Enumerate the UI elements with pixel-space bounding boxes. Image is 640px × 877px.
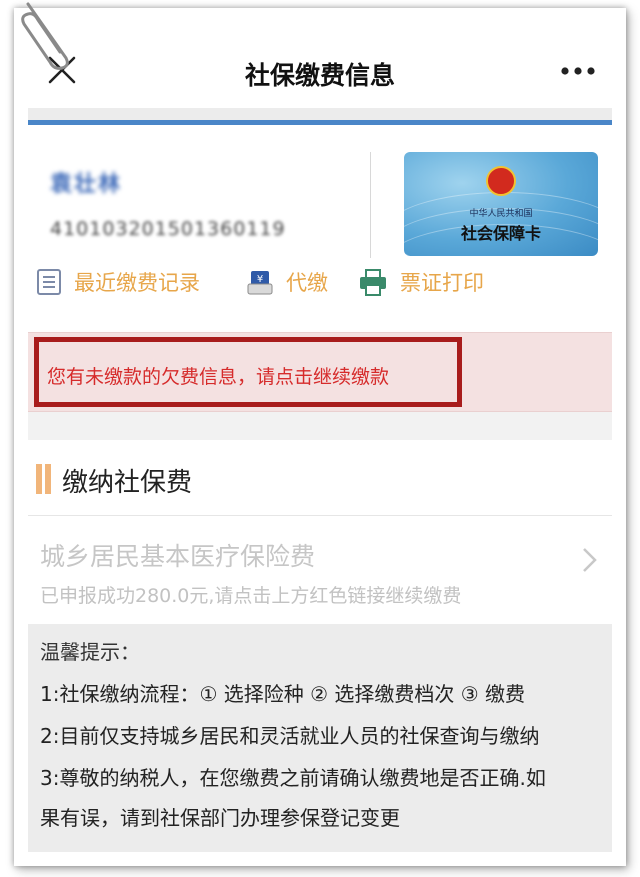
national-emblem-icon: [486, 166, 516, 196]
medical-insurance-item[interactable]: 城乡居民基本医疗保险费 已申报成功280.0元,请点击上方红色链接继续缴费: [28, 517, 612, 623]
user-id-number: 410103201501360119: [50, 218, 286, 240]
section-title: 缴纳社保费: [62, 468, 193, 498]
tip-line: 果有误，请到社保部门办理参保登记变更: [40, 806, 400, 830]
vertical-divider: [370, 152, 371, 258]
divider: [28, 108, 612, 120]
bank-card-icon: ¥: [247, 271, 273, 295]
page-title: 社保缴费信息: [244, 61, 395, 90]
tip-line: 1:社保缴纳流程：① 选择险种 ② 选择缴费档次 ③ 缴费: [40, 682, 526, 706]
svg-text:¥: ¥: [257, 274, 263, 285]
print-receipt-button[interactable]: 票证打印: [358, 260, 484, 304]
tip-line: 3:尊敬的纳税人，在您缴费之前请确认缴费地是否正确.如: [40, 766, 546, 790]
section-marker: [36, 464, 42, 494]
proxy-pay-button[interactable]: ¥ 代缴: [246, 260, 328, 304]
tips-heading: 温馨提示：: [40, 640, 140, 664]
accent-divider: [28, 120, 612, 125]
item-title: 城乡居民基本医疗保险费: [40, 542, 316, 571]
section-header: 缴纳社保费: [28, 440, 612, 516]
tips-panel: 温馨提示： 1:社保缴纳流程：① 选择险种 ② 选择缴费档次 ③ 缴费 2:目前…: [28, 624, 612, 852]
section-spacer: [28, 412, 612, 440]
recent-payments-button[interactable]: 最近缴费记录: [36, 260, 200, 304]
nav-bar: 社保缴费信息: [14, 8, 626, 112]
more-icon[interactable]: [560, 66, 596, 76]
printer-icon: [360, 269, 386, 296]
action-label: 最近缴费记录: [74, 271, 200, 295]
chevron-right-icon: [583, 548, 597, 572]
arrears-alert-bar: 您有未缴款的欠费信息，请点击继续缴款: [28, 332, 612, 412]
arrears-alert-link[interactable]: 您有未缴款的欠费信息，请点击继续缴款: [34, 337, 462, 407]
action-label: 代缴: [286, 271, 328, 295]
list-icon: [37, 269, 61, 295]
paperclip-icon: [21, 2, 69, 70]
phone-screen: 社保缴费信息 袁壮林 410103201501360119 中华人民共和国 社会…: [14, 8, 626, 866]
alert-text: 您有未缴款的欠费信息，请点击继续缴款: [47, 366, 390, 388]
card-title: 社会保障卡: [460, 224, 541, 243]
user-name: 袁壮林: [50, 172, 123, 197]
action-label: 票证打印: [400, 271, 484, 295]
tip-line: 2:目前仅支持城乡居民和灵活就业人员的社保查询与缴纳: [40, 724, 540, 748]
item-subtitle: 已申报成功280.0元,请点击上方红色链接继续缴费: [40, 585, 462, 607]
section-marker: [45, 464, 51, 494]
action-row: 最近缴费记录 ¥ 代缴 票证打印: [28, 260, 612, 304]
card-issuer: 中华人民共和国: [469, 209, 533, 219]
social-security-card-image: 中华人民共和国 社会保障卡: [404, 152, 598, 256]
